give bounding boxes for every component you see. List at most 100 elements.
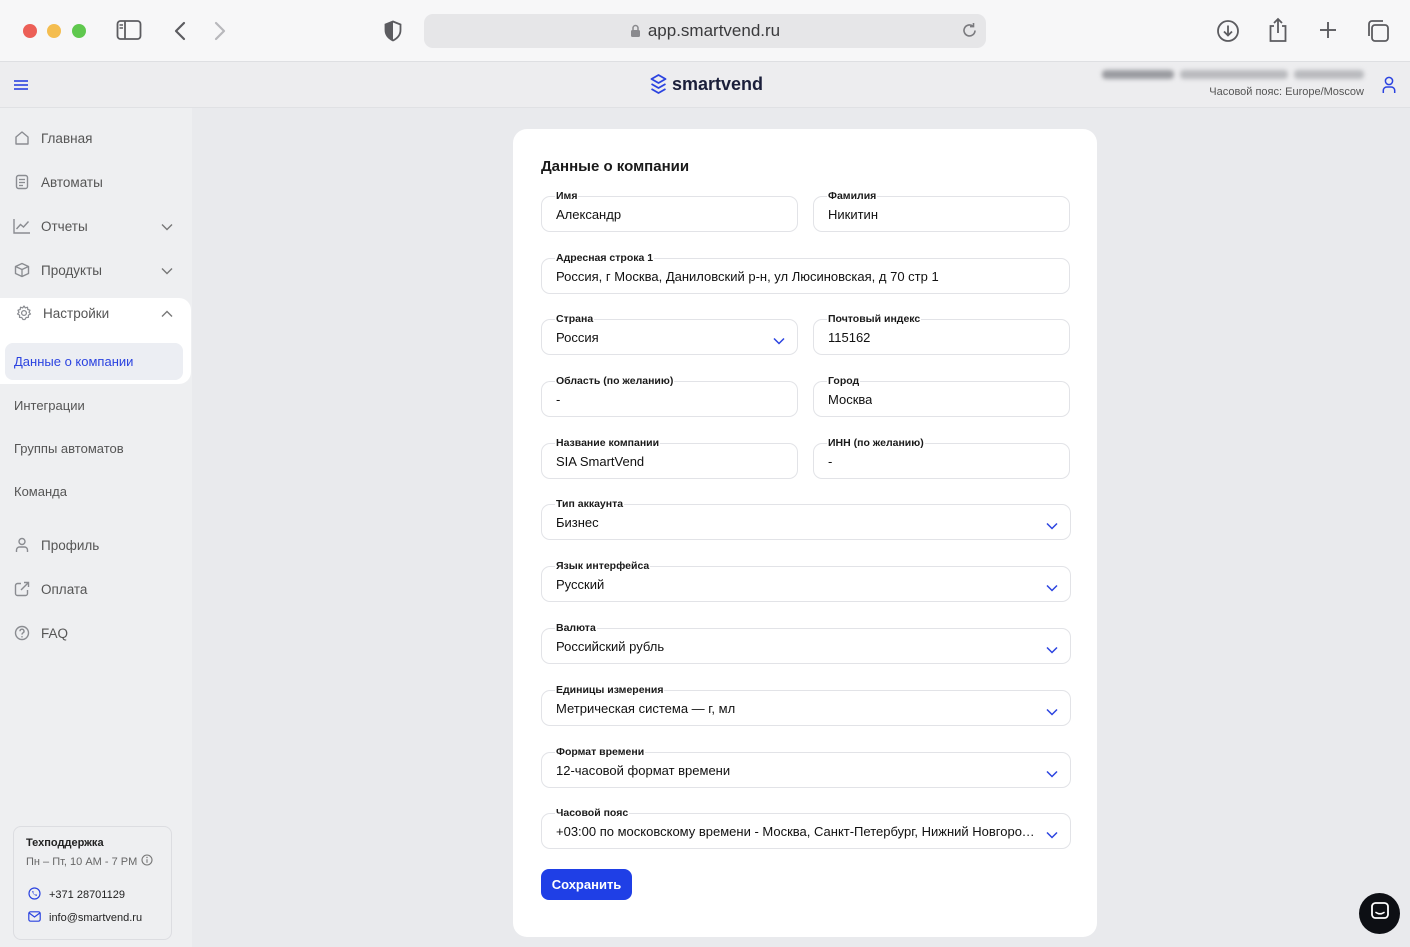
sidebar-item-machines[interactable]: Автоматы — [0, 162, 192, 202]
time-format-select[interactable]: Формат времени 12-часовой формат времени — [541, 746, 1071, 788]
field-label: Единицы измерения — [555, 684, 665, 696]
sidebar-item-groups[interactable]: Группы автоматов — [14, 441, 124, 456]
user-icon[interactable] — [1382, 76, 1396, 99]
field-value: Москва — [828, 392, 873, 407]
field-value: - — [556, 392, 561, 407]
chevron-down-icon — [1046, 517, 1058, 535]
language-select[interactable]: Язык интерфейса Русский — [541, 560, 1071, 602]
field-label: Страна — [555, 313, 595, 325]
url-text: app.smartvend.ru — [647, 21, 781, 40]
field-value: SIA SmartVend — [556, 454, 645, 469]
reload-icon[interactable] — [961, 22, 978, 44]
first-name-field[interactable]: Имя Александр — [541, 190, 798, 232]
address-bar[interactable]: app.smartvend.ru — [424, 14, 986, 48]
field-label: Адресная строка 1 — [555, 252, 655, 264]
field-value: Россия, г Москва, Даниловский р-н, ул Лю… — [556, 269, 939, 284]
menu-icon[interactable] — [13, 78, 29, 96]
sidebar-item-label: Продукты — [41, 262, 102, 278]
field-value: Александр — [556, 207, 622, 222]
forward-icon[interactable] — [212, 20, 228, 42]
field-value: - — [828, 454, 833, 469]
sidebar-item-team[interactable]: Команда — [14, 484, 67, 499]
sidebar-item-label: FAQ — [41, 625, 69, 641]
sidebar-item-products[interactable]: Продукты — [0, 250, 192, 290]
smartvend-logo-icon — [650, 74, 667, 94]
chat-icon — [1370, 901, 1390, 926]
app-header: smartvend Часовой пояс: Europe/Moscow — [0, 62, 1410, 108]
field-value: +03:00 по московскому времени - Москва, … — [556, 824, 1040, 839]
field-label: Тип аккаунта — [555, 498, 625, 510]
lock-icon — [630, 24, 641, 38]
close-window-button[interactable] — [23, 24, 37, 38]
last-name-field[interactable]: Фамилия Никитин — [813, 190, 1070, 232]
gear-icon — [15, 304, 33, 322]
field-value: Российский рубль — [556, 639, 665, 654]
sidebar-item-label: Оплата — [41, 581, 88, 597]
support-box: Техподдержка Пн – Пт, 10 AM - 7 PM +371 … — [13, 826, 172, 940]
currency-select[interactable]: Валюта Российский рубль — [541, 622, 1071, 664]
chevron-down-icon — [161, 263, 173, 278]
units-select[interactable]: Единицы измерения Метрическая система — … — [541, 684, 1071, 726]
sidebar-item-company[interactable]: Данные о компании — [5, 343, 183, 380]
field-value: Россия — [556, 330, 599, 345]
privacy-shield-icon[interactable] — [384, 20, 402, 42]
field-label: Язык интерфейса — [555, 560, 651, 572]
account-type-select[interactable]: Тип аккаунта Бизнес — [541, 498, 1071, 540]
chat-widget-button[interactable] — [1359, 893, 1400, 934]
user-info-redacted — [1102, 70, 1364, 81]
timezone-label: Часовой пояс: Europe/Moscow — [1209, 86, 1364, 98]
sidebar-item-payment[interactable]: Оплата — [0, 569, 192, 609]
chevron-down-icon — [1046, 703, 1058, 721]
help-icon — [13, 624, 31, 642]
sidebar-item-settings[interactable]: Настройки — [0, 293, 192, 333]
sidebar-item-label: Настройки — [43, 305, 110, 321]
sidebar-item-faq[interactable]: FAQ — [0, 613, 192, 653]
field-label: Часовой пояс — [555, 807, 630, 819]
support-phone[interactable]: +371 28701129 — [28, 887, 125, 903]
minimize-window-button[interactable] — [47, 24, 61, 38]
share-icon[interactable] — [1268, 17, 1288, 43]
address-field[interactable]: Адресная строка 1 Россия, г Москва, Дани… — [541, 252, 1070, 294]
company-name-field[interactable]: Название компании SIA SmartVend — [541, 437, 798, 479]
brand-name: smartvend — [672, 74, 764, 94]
sidebar-item-integrations[interactable]: Интеграции — [14, 398, 85, 413]
field-value: 115162 — [828, 330, 871, 345]
field-label: Фамилия — [827, 190, 878, 202]
page-title: Данные о компании — [541, 158, 690, 175]
tab-overview-icon[interactable] — [1366, 19, 1390, 43]
sidebar-item-home[interactable]: Главная — [0, 118, 192, 158]
timezone-select[interactable]: Часовой пояс +03:00 по московскому време… — [541, 807, 1071, 849]
chevron-down-icon — [161, 219, 173, 234]
region-field[interactable]: Область (по желанию) - — [541, 375, 798, 417]
whatsapp-icon — [28, 887, 41, 903]
browser-toolbar: app.smartvend.ru — [0, 0, 1410, 62]
chevron-down-icon — [1046, 765, 1058, 783]
field-value: Никитин — [828, 207, 878, 222]
field-label: Валюта — [555, 622, 597, 634]
brand-logo[interactable]: smartvend — [650, 74, 763, 95]
new-tab-icon[interactable] — [1318, 20, 1338, 40]
field-label: Имя — [555, 190, 579, 202]
field-value: 12-часовой формат времени — [556, 763, 731, 778]
sidebar-item-label: Автоматы — [41, 174, 103, 190]
sidebar-toggle-icon[interactable] — [116, 19, 142, 41]
back-icon[interactable] — [172, 20, 188, 42]
inn-field[interactable]: ИНН (по желанию) - — [813, 437, 1070, 479]
document-list-icon — [13, 173, 31, 191]
save-button[interactable]: Сохранить — [541, 869, 632, 900]
sidebar-item-reports[interactable]: Отчеты — [0, 206, 192, 246]
city-field[interactable]: Город Москва — [813, 375, 1070, 417]
support-email[interactable]: info@smartvend.ru — [28, 911, 142, 925]
field-label: Область (по желанию) — [555, 375, 675, 387]
postal-code-field[interactable]: Почтовый индекс 115162 — [813, 313, 1070, 355]
sidebar: Главная Автоматы Отчеты Продукты Настрой… — [0, 108, 192, 947]
country-select[interactable]: Страна Россия — [541, 313, 798, 355]
person-icon — [13, 536, 31, 554]
maximize-window-button[interactable] — [72, 24, 86, 38]
download-icon[interactable] — [1216, 19, 1240, 43]
info-icon[interactable] — [141, 854, 153, 869]
external-link-icon — [13, 580, 31, 598]
chevron-down-icon — [1046, 641, 1058, 659]
support-title: Техподдержка — [26, 837, 104, 849]
sidebar-item-profile[interactable]: Профиль — [0, 525, 192, 565]
